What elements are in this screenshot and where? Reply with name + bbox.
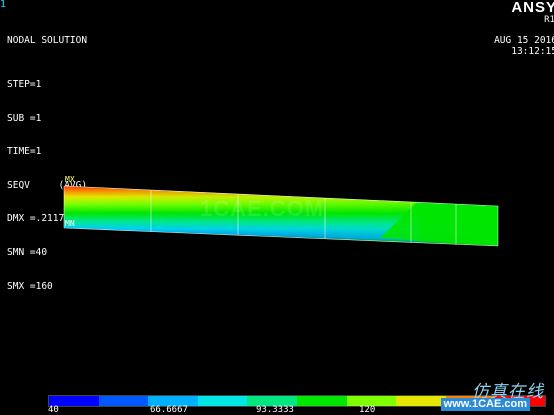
watermark-url: www.1CAE.com bbox=[440, 398, 530, 411]
legend-color-segment bbox=[197, 396, 248, 406]
legend-color-segment bbox=[98, 396, 149, 406]
legend-color-segment bbox=[296, 396, 347, 406]
site-watermark: 仿真在线 www.1CAE.com bbox=[432, 377, 550, 411]
graphics-window[interactable]: 1 NODAL SOLUTION STEP=1 SUB =1 TIME=1 SE… bbox=[0, 0, 554, 415]
mx-marker: MX bbox=[65, 175, 75, 184]
mn-marker: MN bbox=[65, 219, 75, 228]
center-watermark: 1CAE.COM bbox=[200, 196, 325, 221]
